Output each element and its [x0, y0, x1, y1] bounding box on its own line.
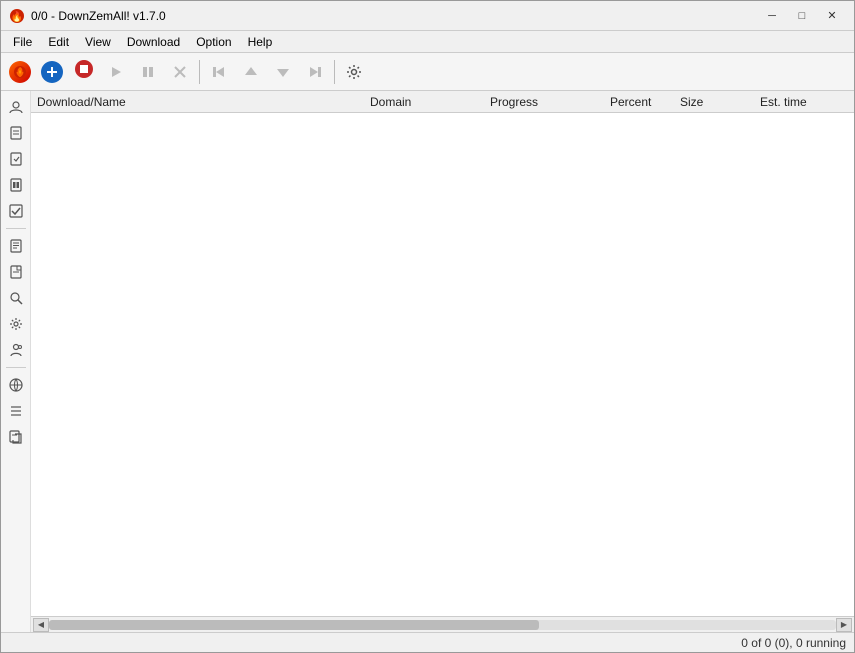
table-body[interactable] — [31, 113, 854, 616]
toolbar-btn-move-up — [236, 57, 266, 87]
col-header-progress: Progress — [490, 95, 610, 109]
menu-item-download[interactable]: Download — [119, 31, 188, 52]
sidebar-settings[interactable] — [4, 312, 28, 336]
scroll-track[interactable] — [49, 620, 836, 630]
menu-item-view[interactable]: View — [77, 31, 119, 52]
toolbar-separator — [199, 60, 200, 84]
minimize-button[interactable]: ─ — [758, 7, 786, 25]
title-text: 0/0 - DownZemAll! v1.7.0 — [31, 9, 758, 23]
toolbar-btn-logo[interactable] — [5, 57, 35, 87]
toolbar-btn-resume — [101, 57, 131, 87]
sidebar-person[interactable] — [4, 338, 28, 362]
status-text: 0 of 0 (0), 0 running — [741, 636, 846, 650]
sidebar-all[interactable] — [4, 95, 28, 119]
sidebar-completed[interactable] — [4, 199, 28, 223]
menu-item-help[interactable]: Help — [240, 31, 281, 52]
sidebar-paused[interactable] — [4, 173, 28, 197]
sidebar-file2[interactable] — [4, 260, 28, 284]
status-bar: 0 of 0 (0), 0 running — [1, 632, 854, 652]
toolbar-btn-skip-back — [204, 57, 234, 87]
sidebar-downloading[interactable] — [4, 147, 28, 171]
toolbar-separator — [334, 60, 335, 84]
close-button[interactable]: ✕ — [818, 7, 846, 25]
toolbar-btn-skip-fwd — [300, 57, 330, 87]
table-header: Download/Name Domain Progress Percent Si… — [31, 91, 854, 113]
toolbar-btn-pause — [133, 57, 163, 87]
col-header-size: Size — [680, 95, 760, 109]
app-icon: 🔥 — [9, 8, 25, 24]
toolbar-btn-cancel — [165, 57, 195, 87]
menu-item-edit[interactable]: Edit — [40, 31, 77, 52]
col-header-esttime: Est. time — [760, 95, 850, 109]
window-controls: ─ □ ✕ — [758, 7, 846, 25]
sidebar-incomplete[interactable] — [4, 121, 28, 145]
scroll-right-arrow[interactable]: ▶ — [836, 618, 852, 632]
toolbar — [1, 53, 854, 91]
menu-bar: FileEditViewDownloadOptionHelp — [1, 31, 854, 53]
sidebar-globe[interactable] — [4, 373, 28, 397]
menu-item-file[interactable]: File — [5, 31, 40, 52]
toolbar-btn-add[interactable] — [37, 57, 67, 87]
svg-text:🔥: 🔥 — [11, 10, 23, 23]
toolbar-btn-stop-all[interactable] — [69, 57, 99, 87]
sidebar-separator — [6, 228, 26, 229]
sidebar-search[interactable] — [4, 286, 28, 310]
menu-item-option[interactable]: Option — [188, 31, 239, 52]
maximize-button[interactable]: □ — [788, 7, 816, 25]
content-area: Download/Name Domain Progress Percent Si… — [31, 91, 854, 632]
main-area: Download/Name Domain Progress Percent Si… — [1, 91, 854, 632]
col-header-percent: Percent — [610, 95, 680, 109]
col-header-name: Download/Name — [35, 95, 370, 109]
sidebar-separator — [6, 367, 26, 368]
sidebar-list[interactable] — [4, 399, 28, 423]
scroll-left-arrow[interactable]: ◀ — [33, 618, 49, 632]
col-header-domain: Domain — [370, 95, 490, 109]
toolbar-btn-move-down — [268, 57, 298, 87]
toolbar-btn-settings[interactable] — [339, 57, 369, 87]
horizontal-scrollbar[interactable]: ◀ ▶ — [31, 616, 854, 632]
scroll-thumb[interactable] — [49, 620, 539, 630]
sidebar-export[interactable] — [4, 425, 28, 449]
sidebar — [1, 91, 31, 632]
sidebar-file1[interactable] — [4, 234, 28, 258]
title-bar: 🔥 0/0 - DownZemAll! v1.7.0 ─ □ ✕ — [1, 1, 854, 31]
